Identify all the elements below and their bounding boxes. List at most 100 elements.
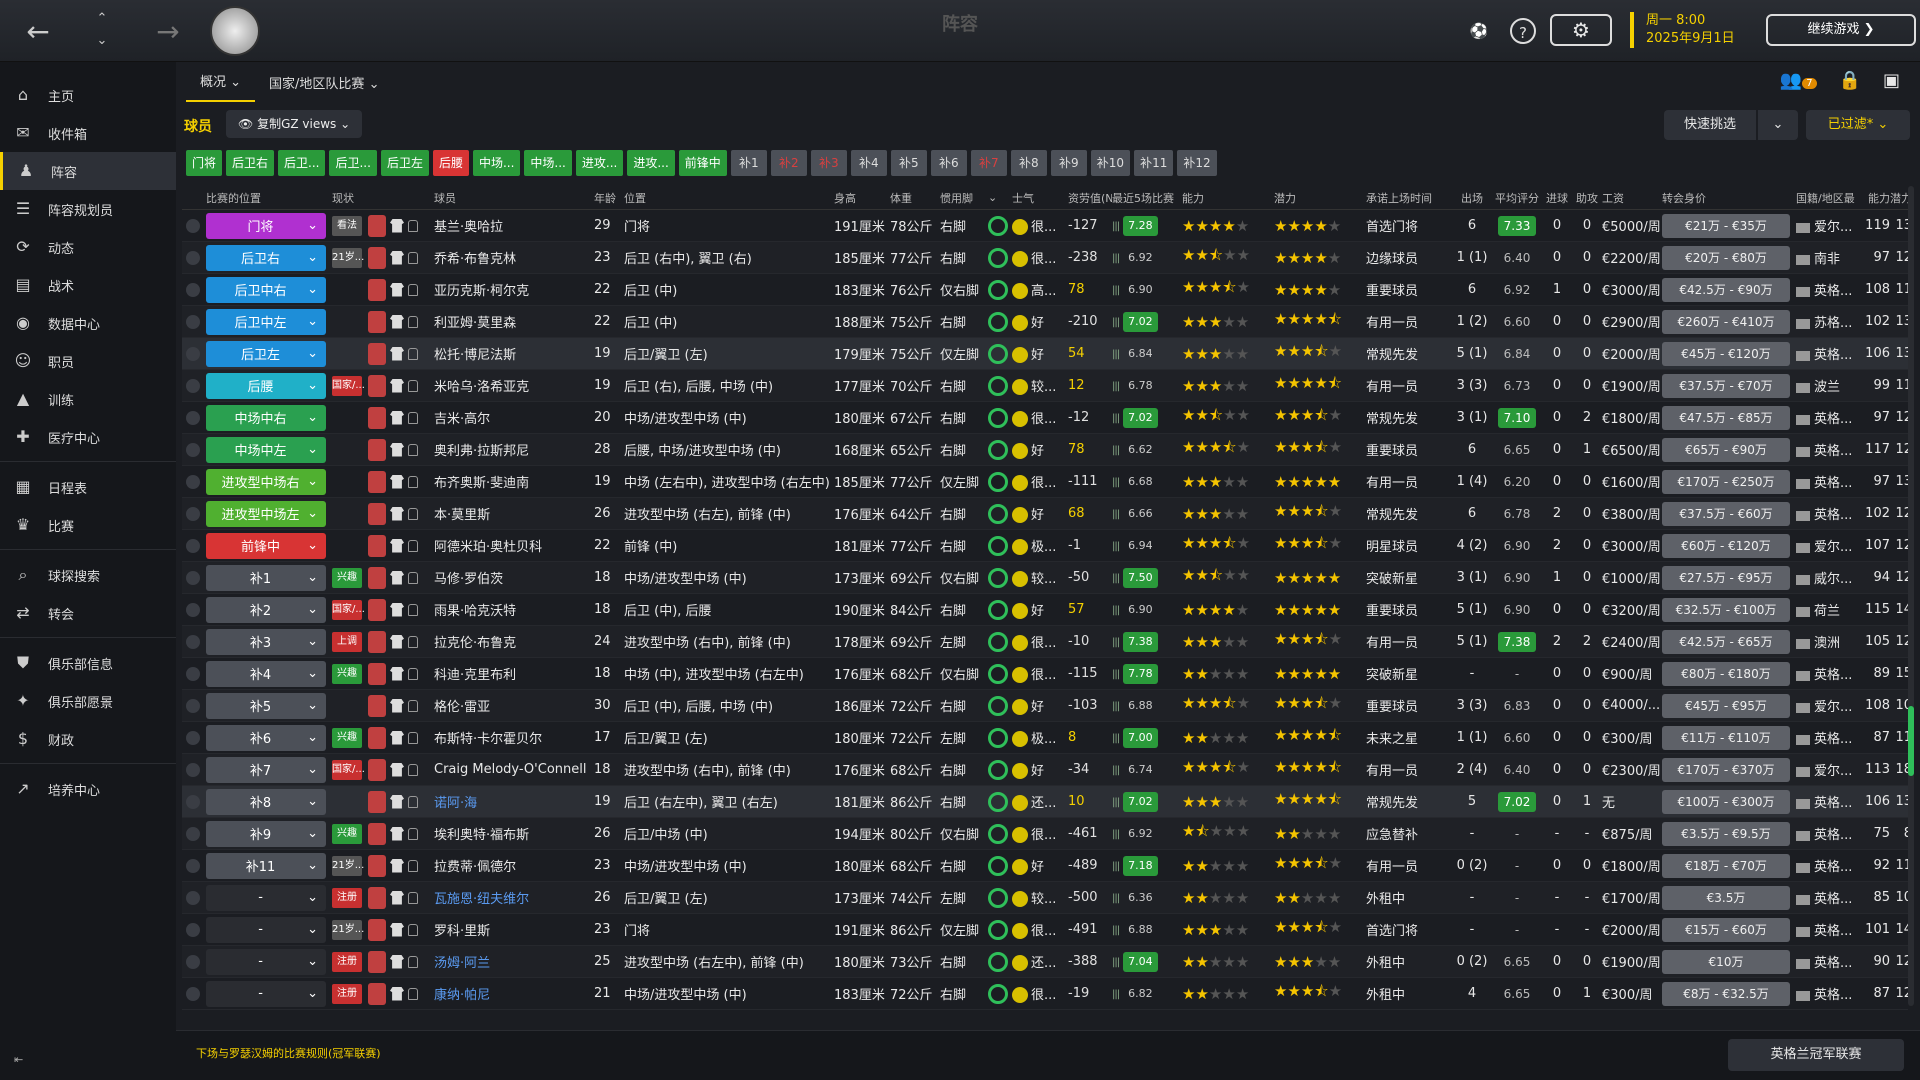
row-select[interactable] <box>182 698 206 713</box>
position-dropdown[interactable]: 补2 ⌄ <box>206 596 326 623</box>
select-dot[interactable] <box>186 282 200 297</box>
forward-arrow-icon[interactable]: → <box>150 14 186 50</box>
sidebar-item-0[interactable]: ⌂ 主页 <box>0 76 176 114</box>
table-row[interactable]: 中场中左 ⌄ 奥利弗·拉斯邦尼 28 后腰, 中场/进攻型中场 (中) 168厘米 65公斤… <box>182 434 1912 466</box>
player-name[interactable]: Craig Melody-O'Connell <box>434 762 594 777</box>
status-badge[interactable]: 兴趣 <box>332 727 362 748</box>
row-select[interactable] <box>182 410 206 425</box>
position-dropdown[interactable]: - ⌄ <box>206 980 326 1007</box>
col-pa[interactable]: 潜力 <box>1274 190 1366 206</box>
view-selector[interactable]: 👁 复制GZ views ⌄ <box>226 110 363 138</box>
position-chip[interactable]: 中场... <box>472 150 521 176</box>
row-select[interactable] <box>182 730 206 745</box>
select-dot[interactable] <box>186 538 200 553</box>
col-goals[interactable]: 进球 <box>1542 190 1572 206</box>
sidebar-item-16[interactable]: $ 财政 <box>0 720 176 758</box>
col-avg[interactable]: 平均评分 <box>1492 190 1542 206</box>
row-select[interactable] <box>182 282 206 297</box>
row-select[interactable] <box>182 570 206 585</box>
table-row[interactable]: 补8 ⌄ 诺阿·海 19 后卫 (右左中), 翼卫 (右左) 181厘米 86公斤 右脚 还..… <box>182 786 1912 818</box>
player-name[interactable]: 乔希·布鲁克林 <box>434 248 594 267</box>
sidebar-item-2[interactable]: ♟ 阵容 <box>0 152 176 190</box>
row-select[interactable] <box>182 218 206 233</box>
select-dot[interactable] <box>186 826 200 841</box>
table-row[interactable]: - ⌄ 注册 康纳·帕尼 21 中场/进攻型中场 (中) 183厘米 72公斤 右脚 很... -1… <box>182 978 1912 1010</box>
sidebar-item-9[interactable]: ✚ 医疗中心 <box>0 418 176 456</box>
row-select[interactable] <box>182 858 206 873</box>
select-dot[interactable] <box>186 794 200 809</box>
row-select[interactable] <box>182 922 206 937</box>
position-chip[interactable]: 补7 <box>970 150 1007 176</box>
select-dot[interactable] <box>186 890 200 905</box>
position-chip[interactable]: 进攻... <box>627 150 675 176</box>
row-select[interactable] <box>182 954 206 969</box>
sidebar-item-7[interactable]: ☺ 职员 <box>0 342 176 380</box>
position-dropdown[interactable]: 补7 ⌄ <box>206 756 326 783</box>
position-chip[interactable]: 补9 <box>1050 150 1087 176</box>
player-name[interactable]: 康纳·帕尼 <box>434 984 594 1003</box>
position-dropdown[interactable]: 补8 ⌄ <box>206 788 326 815</box>
row-select[interactable] <box>182 666 206 681</box>
tab-overview[interactable]: 概况 ⌄ <box>186 71 256 102</box>
col-ca[interactable]: 能力 <box>1182 190 1274 206</box>
player-name[interactable]: 罗科·里斯 <box>434 920 594 939</box>
status-badge[interactable]: 看法 <box>332 215 362 236</box>
continue-button[interactable]: 继续游戏 ❯ <box>1766 14 1916 46</box>
col-sort-arrow[interactable]: ⌄ <box>988 191 1012 204</box>
table-row[interactable]: 后卫中右 ⌄ 亚历克斯·柯尔克 22 后卫 (中) 183厘米 76公斤 仅右脚 高... 78 |… <box>182 274 1912 306</box>
status-badge[interactable]: 国家/... <box>332 375 365 396</box>
table-row[interactable]: - ⌄ 注册 汤姆·阿兰 25 进攻型中场 (右左中), 前锋 (中) 180厘米 73公斤右… <box>182 946 1912 978</box>
position-dropdown[interactable]: - ⌄ <box>206 884 326 911</box>
sidebar-item-17[interactable]: ↗ 培养中心 <box>0 770 176 808</box>
position-dropdown[interactable]: 补4 ⌄ <box>206 660 326 687</box>
sidebar-item-14[interactable]: ⛊ 俱乐部信息 <box>0 644 176 682</box>
status-badge[interactable]: 注册 <box>332 951 362 972</box>
table-row[interactable]: 补11 ⌄ 21岁... 拉费蒂·佩德尔 23 中场/进攻型中场 (中) 180厘米 68公斤… <box>182 850 1912 882</box>
table-row[interactable]: - ⌄ 注册 瓦施恩·纽夫维尔 26 后卫/翼卫 (左) 173厘米 74公斤 左脚 较... -5… <box>182 882 1912 914</box>
select-dot[interactable] <box>186 218 200 233</box>
quick-pick-dropdown[interactable]: ⌄ <box>1758 110 1798 140</box>
player-name[interactable]: 瓦施恩·纽夫维尔 <box>434 888 594 907</box>
quick-pick-button[interactable]: 快速挑选 <box>1664 110 1756 140</box>
status-badge[interactable]: 国家/... <box>332 759 365 780</box>
table-row[interactable]: 后卫中左 ⌄ 利亚姆·莫里森 22 后卫 (中) 188厘米 75公斤 右脚 好 -210 ||| 7… <box>182 306 1912 338</box>
position-dropdown[interactable]: 补11 ⌄ <box>206 852 326 879</box>
table-row[interactable]: 前锋中 ⌄ 阿德米珀·奥杜贝科 22 前锋 (中) 181厘米 77公斤 右脚 极... -1 ||… <box>182 530 1912 562</box>
sidebar-item-15[interactable]: ✦ 俱乐部愿景 <box>0 682 176 720</box>
select-dot[interactable] <box>186 986 200 1001</box>
table-row[interactable]: 补1 ⌄ 兴趣 马修·罗伯茨 18 中场/进攻型中场 (中) 173厘米 69公斤 仅右脚 较..… <box>182 562 1912 594</box>
position-chip[interactable]: 补2 <box>770 150 807 176</box>
col-morale[interactable]: 士气 <box>1012 190 1068 206</box>
player-name[interactable]: 米哈乌·洛希亚克 <box>434 376 594 395</box>
player-name[interactable]: 雨果·哈克沃特 <box>434 600 594 619</box>
table-row[interactable]: 补4 ⌄ 兴趣 科迪·克里布利 18 中场 (中), 进攻型中场 (右左中) 176厘米 68… <box>182 658 1912 690</box>
position-dropdown[interactable]: 后卫中左 ⌄ <box>206 308 326 335</box>
row-select[interactable] <box>182 602 206 617</box>
next-match-note[interactable]: 下场与罗瑟汉姆的比赛规则(冠军联赛) <box>196 1045 381 1061</box>
table-row[interactable]: - ⌄ 21岁... 罗科·里斯 23 门将 191厘米 86公斤 仅左脚 很... -491 |||… <box>182 914 1912 946</box>
table-row[interactable]: 后卫左 ⌄ 松托·博尼法斯 19 后卫/翼卫 (左) 179厘米 75公斤 仅左脚 好 54 |||… <box>182 338 1912 370</box>
row-select[interactable] <box>182 506 206 521</box>
position-dropdown[interactable]: - ⌄ <box>206 916 326 943</box>
status-badge[interactable]: 21岁... <box>332 919 364 940</box>
col-rating[interactable]: 最近5场比赛 <box>1112 190 1182 206</box>
position-dropdown[interactable]: 进攻型中场右 ⌄ <box>206 468 326 495</box>
position-dropdown[interactable]: 前锋中 ⌄ <box>206 532 326 559</box>
position-chip[interactable]: 后卫... <box>278 150 326 176</box>
col-weight[interactable]: 体重 <box>890 190 940 206</box>
position-dropdown[interactable]: - ⌄ <box>206 948 326 975</box>
position-dropdown[interactable]: 后卫右 ⌄ <box>206 244 326 271</box>
col-foot[interactable]: 惯用脚 <box>940 190 988 206</box>
position-chip[interactable]: 门将 <box>186 150 223 176</box>
select-dot[interactable] <box>186 954 200 969</box>
select-dot[interactable] <box>186 922 200 937</box>
row-select[interactable] <box>182 250 206 265</box>
club-badge[interactable] <box>210 6 260 56</box>
notification-icon[interactable]: 👥 7 <box>1780 70 1817 91</box>
position-dropdown[interactable]: 后卫左 ⌄ <box>206 340 326 367</box>
position-chip[interactable]: 后卫左 <box>380 150 429 176</box>
sidebar-item-6[interactable]: ◉ 数据中心 <box>0 304 176 342</box>
sidebar-item-3[interactable]: ☰ 阵容规划员 <box>0 190 176 228</box>
position-chip[interactable]: 后卫右 <box>226 150 275 176</box>
status-badge[interactable]: 21岁... <box>332 247 364 268</box>
